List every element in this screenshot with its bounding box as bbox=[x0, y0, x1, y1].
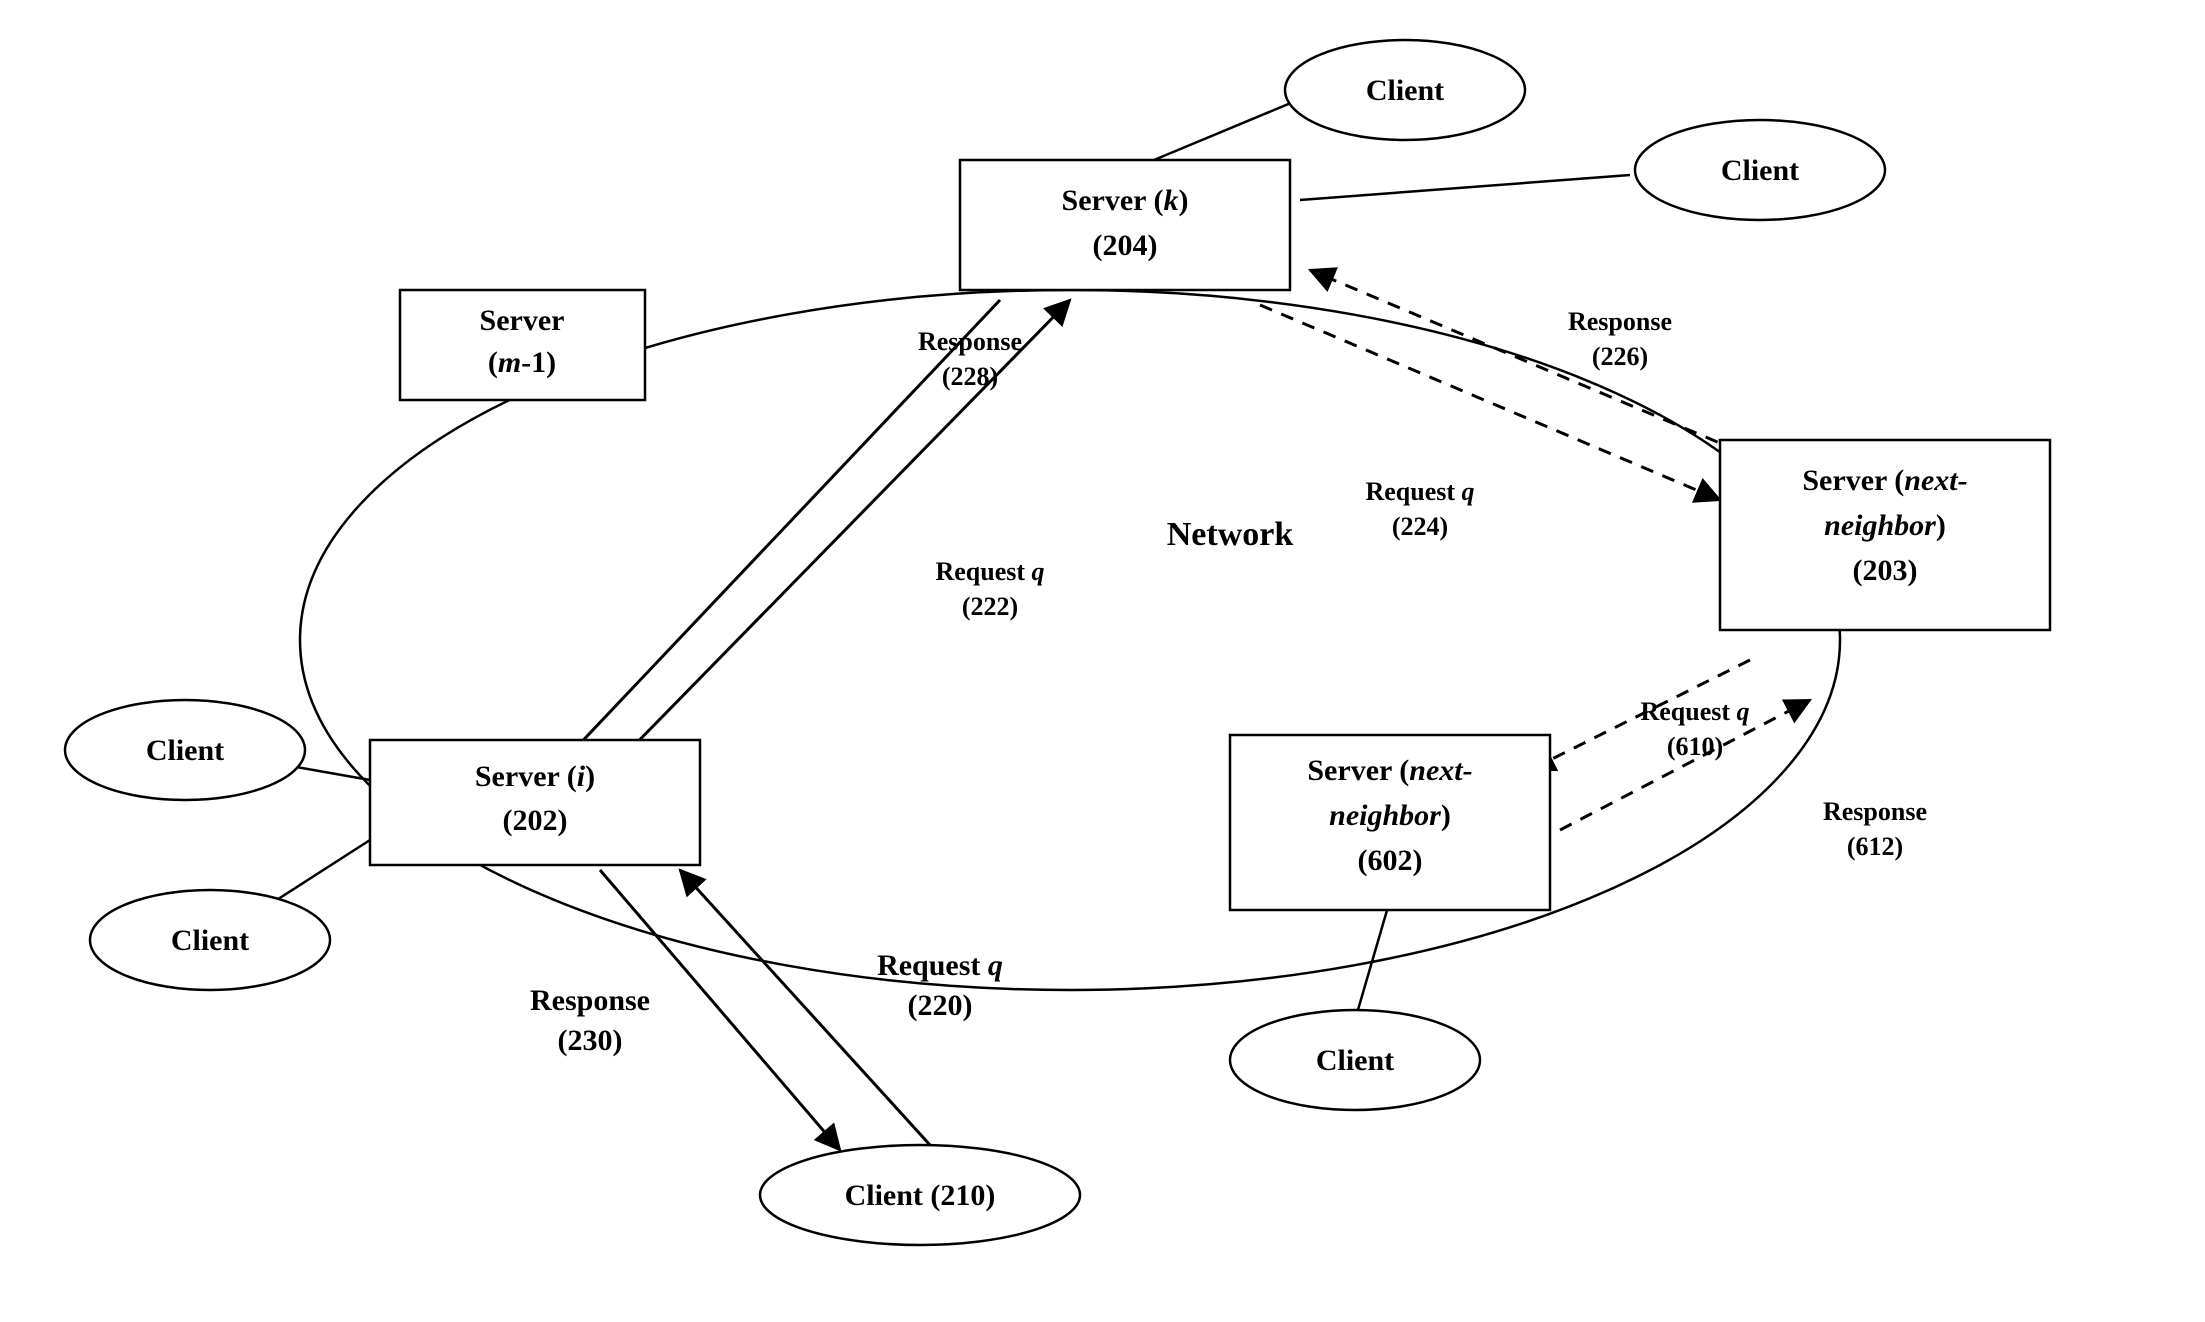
svg-text:Request q: Request q bbox=[877, 949, 1003, 982]
svg-text:(610): (610) bbox=[1667, 732, 1723, 761]
server-next-neighbor-203: Server (next- neighbor) (203) bbox=[1720, 440, 2050, 630]
svg-text:Server (k): Server (k) bbox=[1062, 184, 1189, 217]
svg-text:Server: Server bbox=[480, 304, 565, 337]
client-left-1: Client bbox=[65, 700, 305, 800]
link-serverk-client2 bbox=[1300, 175, 1630, 200]
label-response-226: Response (226) bbox=[1568, 307, 1672, 371]
svg-text:(226): (226) bbox=[1592, 342, 1648, 371]
svg-text:(m-1): (m-1) bbox=[488, 346, 556, 379]
svg-text:Client: Client bbox=[146, 734, 224, 767]
server-m-minus-1: Server (m-1) bbox=[400, 290, 645, 400]
arrow-request-222 bbox=[620, 300, 1070, 760]
svg-text:neighbor): neighbor) bbox=[1329, 799, 1451, 832]
svg-text:Client: Client bbox=[1366, 74, 1444, 107]
svg-text:(228): (228) bbox=[942, 362, 998, 391]
svg-text:(224): (224) bbox=[1392, 512, 1448, 541]
svg-text:Response: Response bbox=[918, 327, 1022, 356]
svg-text:Client: Client bbox=[1721, 154, 1799, 187]
svg-text:Response: Response bbox=[1568, 307, 1672, 336]
label-response-228: Response (228) bbox=[918, 327, 1022, 391]
network-diagram: Server (m-1) Server (k) (204) Server (i)… bbox=[0, 0, 2205, 1322]
server-next-neighbor-602: Server (next- neighbor) (602) bbox=[1230, 735, 1550, 910]
svg-text:(612): (612) bbox=[1847, 832, 1903, 861]
svg-text:Client: Client bbox=[171, 924, 249, 957]
svg-text:Request q: Request q bbox=[935, 557, 1044, 586]
svg-text:Request q: Request q bbox=[1640, 697, 1749, 726]
svg-text:(202): (202) bbox=[503, 804, 568, 837]
network-label: Network bbox=[1167, 516, 1294, 553]
svg-text:(222): (222) bbox=[962, 592, 1018, 621]
svg-text:Request q: Request q bbox=[1365, 477, 1474, 506]
client-left-2: Client bbox=[90, 890, 330, 990]
svg-text:Client: Client bbox=[1316, 1044, 1394, 1077]
label-response-230: Response (230) bbox=[530, 984, 650, 1057]
svg-text:Response: Response bbox=[530, 984, 650, 1017]
server-k-204: Server (k) (204) bbox=[960, 160, 1290, 290]
svg-text:Server (i): Server (i) bbox=[475, 760, 595, 793]
svg-text:(220): (220) bbox=[908, 989, 973, 1022]
label-request-224: Request q (224) bbox=[1365, 477, 1474, 541]
svg-text:Server (next-: Server (next- bbox=[1802, 464, 1967, 497]
svg-text:(230): (230) bbox=[558, 1024, 623, 1057]
client-top-2: Client bbox=[1635, 120, 1885, 220]
client-210: Client (210) bbox=[760, 1145, 1080, 1245]
label-request-610: Request q (610) bbox=[1640, 697, 1749, 761]
svg-text:Response: Response bbox=[1823, 797, 1927, 826]
svg-text:(203): (203) bbox=[1853, 554, 1918, 587]
server-i-202: Server (i) (202) bbox=[370, 740, 700, 865]
arrow-response-226 bbox=[1310, 270, 1760, 460]
svg-text:Client (210): Client (210) bbox=[845, 1179, 996, 1212]
label-response-612: Response (612) bbox=[1823, 797, 1927, 861]
svg-text:(602): (602) bbox=[1358, 844, 1423, 877]
svg-text:neighbor): neighbor) bbox=[1824, 509, 1946, 542]
label-request-222: Request q (222) bbox=[935, 557, 1044, 621]
client-top-1: Client bbox=[1285, 40, 1525, 140]
client-bottom-right: Client bbox=[1230, 1010, 1480, 1110]
svg-text:Server (next-: Server (next- bbox=[1307, 754, 1472, 787]
svg-text:(204): (204) bbox=[1093, 229, 1158, 262]
